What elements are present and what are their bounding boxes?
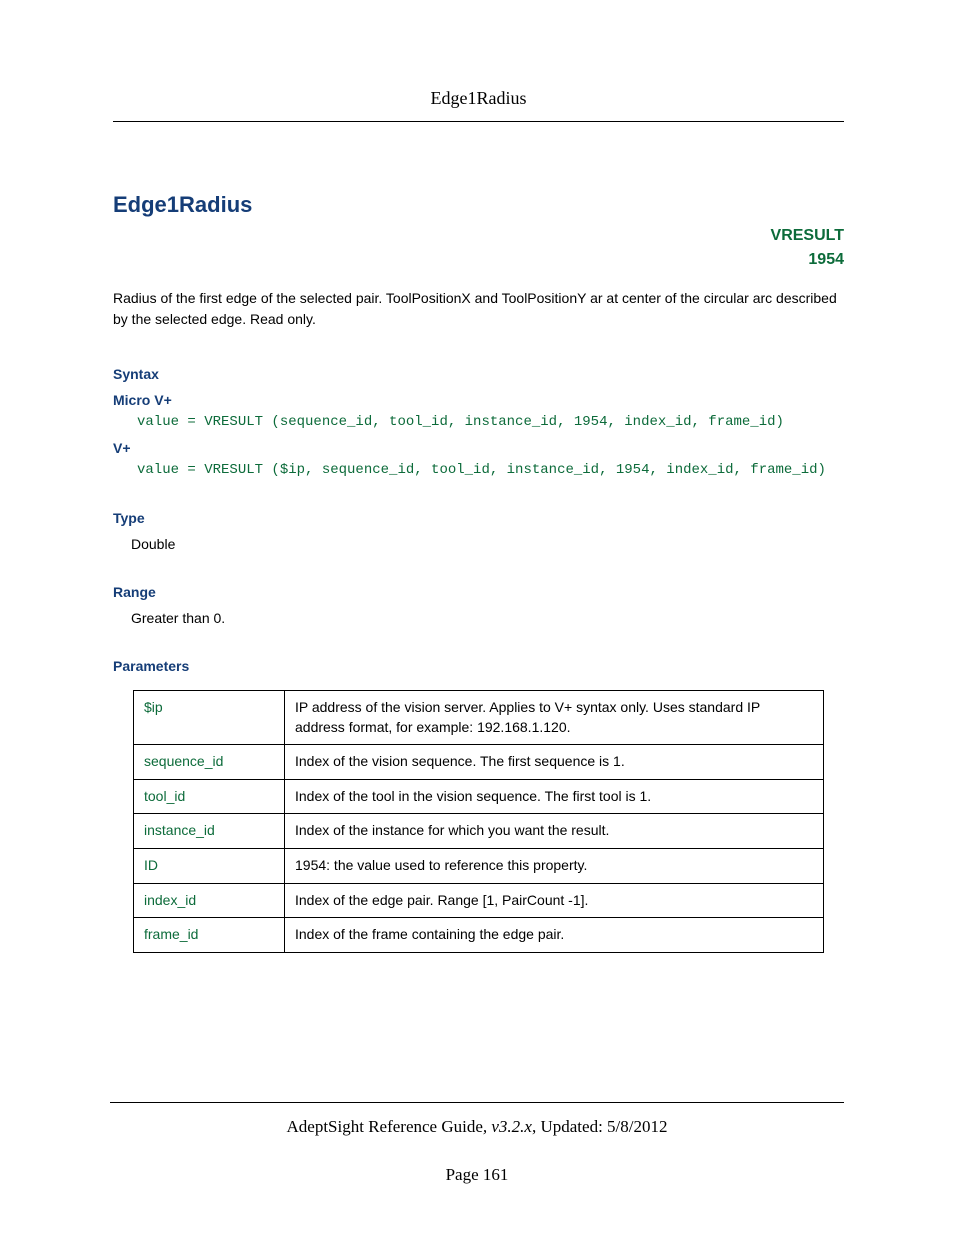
syntax-vplus-code: value = VRESULT ($ip, sequence_id, tool_… — [137, 462, 844, 478]
table-row: instance_idIndex of the instance for whi… — [134, 814, 824, 849]
table-row: index_idIndex of the edge pair. Range [1… — [134, 883, 824, 918]
param-name: frame_id — [134, 918, 285, 953]
param-desc: IP address of the vision server. Applies… — [285, 691, 824, 745]
page-header-title: Edge1Radius — [113, 88, 844, 109]
param-desc: Index of the vision sequence. The first … — [285, 745, 824, 780]
param-name: tool_id — [134, 779, 285, 814]
header-rule — [113, 121, 844, 122]
footer-page-number: Page 161 — [110, 1165, 844, 1185]
param-desc: Index of the tool in the vision sequence… — [285, 779, 824, 814]
param-name: ID — [134, 848, 285, 883]
syntax-vplus-label: V+ — [113, 440, 844, 456]
table-row: ID1954: the value used to reference this… — [134, 848, 824, 883]
footer-version: , v3.2.x — [483, 1117, 532, 1136]
param-desc: Index of the frame containing the edge p… — [285, 918, 824, 953]
param-desc: Index of the edge pair. Range [1, PairCo… — [285, 883, 824, 918]
syntax-heading: Syntax — [113, 366, 844, 382]
topic-description: Radius of the first edge of the selected… — [113, 288, 844, 330]
meta-kind: VRESULT — [113, 224, 844, 248]
parameters-table: $ipIP address of the vision server. Appl… — [133, 690, 824, 953]
table-row: sequence_idIndex of the vision sequence.… — [134, 745, 824, 780]
parameters-heading: Parameters — [113, 658, 844, 674]
footer-rule — [110, 1102, 844, 1103]
range-value: Greater than 0. — [131, 610, 844, 626]
table-row: $ipIP address of the vision server. Appl… — [134, 691, 824, 745]
footer-guide-line: AdeptSight Reference Guide, v3.2.x, Upda… — [110, 1117, 844, 1137]
param-name: index_id — [134, 883, 285, 918]
param-desc: 1954: the value used to reference this p… — [285, 848, 824, 883]
param-desc: Index of the instance for which you want… — [285, 814, 824, 849]
table-row: tool_idIndex of the tool in the vision s… — [134, 779, 824, 814]
syntax-micro-code: value = VRESULT (sequence_id, tool_id, i… — [137, 414, 844, 430]
syntax-micro-label: Micro V+ — [113, 392, 844, 408]
param-name: $ip — [134, 691, 285, 745]
range-heading: Range — [113, 584, 844, 600]
footer-updated: , Updated: 5/8/2012 — [532, 1117, 668, 1136]
param-name: sequence_id — [134, 745, 285, 780]
topic-title: Edge1Radius — [113, 192, 844, 218]
type-value: Double — [131, 536, 844, 552]
footer-guide: AdeptSight Reference Guide — [287, 1117, 483, 1136]
meta-id: 1954 — [113, 248, 844, 272]
type-heading: Type — [113, 510, 844, 526]
table-row: frame_idIndex of the frame containing th… — [134, 918, 824, 953]
param-name: instance_id — [134, 814, 285, 849]
topic-meta: VRESULT 1954 — [113, 224, 844, 272]
